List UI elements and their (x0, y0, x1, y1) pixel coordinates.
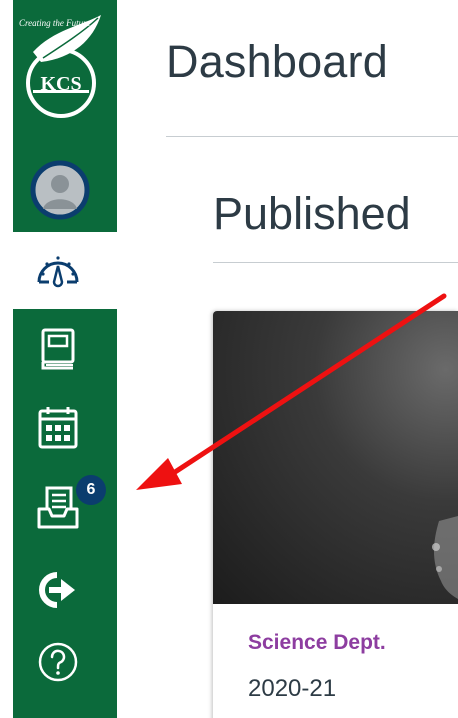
logout-arrow-icon[interactable] (33, 565, 83, 615)
book-icon[interactable] (33, 324, 83, 374)
course-card[interactable]: Science Dept. 2020-21 (213, 311, 458, 718)
help-question-icon[interactable] (33, 637, 83, 687)
logo-tagline: Creating the Future (19, 18, 90, 28)
course-card-title[interactable]: Science Dept. (248, 631, 386, 655)
card-image-figure (432, 516, 458, 599)
course-card-image[interactable] (213, 311, 458, 604)
course-card-term: 2020-21 (248, 675, 337, 702)
section-divider (213, 262, 458, 263)
section-title: Published (213, 188, 411, 239)
global-navigation: Creating the Future KCS 6 (0, 0, 117, 718)
inbox-unread-badge: 6 (76, 475, 106, 505)
calendar-icon[interactable] (33, 403, 83, 453)
canvas-dashboard: Creating the Future KCS 6 Dashboard Publ… (0, 0, 458, 718)
logo-text: KCS (40, 73, 81, 95)
user-avatar-icon[interactable] (30, 160, 90, 220)
title-divider (166, 136, 458, 137)
kcs-logo[interactable]: Creating the Future KCS (13, 10, 105, 118)
dashboard-gauge-icon[interactable] (33, 246, 83, 296)
page-title: Dashboard (166, 36, 388, 87)
